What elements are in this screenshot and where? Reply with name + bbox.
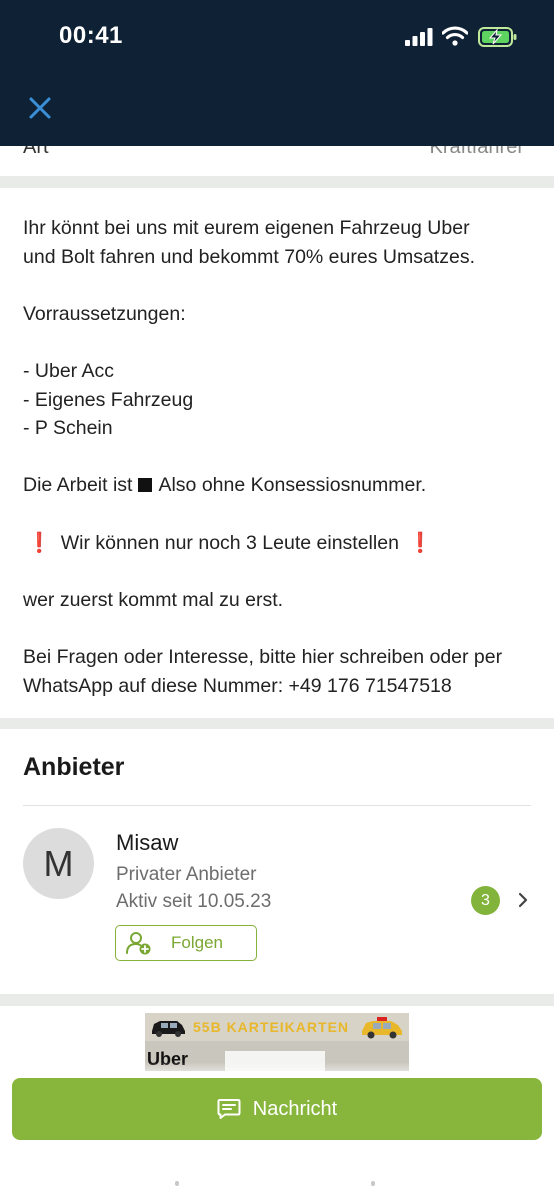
provider-active-since: Aktiv seit 10.05.23 (116, 891, 272, 912)
description-line (23, 271, 538, 300)
description-line: ❗ Wir können nur noch 3 Leute einstellen… (23, 529, 538, 558)
provider-card: Anbieter M Misaw Privater Anbieter Aktiv… (0, 729, 554, 994)
battery-charging-icon (478, 27, 517, 47)
top-bar: 00:41 (0, 0, 554, 146)
description-line: - Eigenes Fahrzeug (23, 388, 194, 411)
description-line: Vorraussetzungen: (23, 302, 186, 325)
divider (23, 805, 531, 806)
description-line (23, 614, 538, 643)
description-line: Die Arbeit ist Also ohne Konsessiosnummer… (23, 471, 538, 500)
description-line: Ihr könnt bei uns mit eurem eigenen Fahr… (23, 217, 470, 239)
home-indicator-mark (175, 1181, 179, 1186)
status-time: 00:41 (59, 22, 123, 49)
description-text: Ihr könnt bei uns mit eurem eigenen Fahr… (23, 214, 538, 700)
exclamation-icon: ❗ (27, 531, 52, 554)
description-line: und Bolt fahren und bekommt 70% eures Um… (23, 245, 475, 268)
cellular-signal-icon (405, 28, 433, 46)
provider-name[interactable]: Misaw (116, 830, 178, 856)
taxi-icon (362, 1017, 402, 1039)
description-segment: Die Arbeit ist (23, 474, 133, 497)
home-indicator (175, 1181, 375, 1186)
message-button-label: Nachricht (252, 1097, 338, 1120)
follow-label: Folgen (171, 933, 223, 952)
description-line: wer zuerst kommt mal zu erst. (23, 588, 284, 611)
description-line: - Uber Acc (23, 359, 115, 382)
description-line (23, 328, 538, 357)
add-user-icon (126, 932, 151, 955)
avatar[interactable]: M (23, 828, 94, 899)
description-line: WhatsApp auf diese Nummer: +49 176 71547… (23, 674, 452, 697)
description-card: Ihr könnt bei uns mit eurem eigenen Fahr… (0, 188, 554, 718)
description-line (23, 500, 538, 529)
exclamation-icon: ❗ (408, 531, 433, 554)
message-icon (217, 1099, 241, 1119)
car-icon (152, 1021, 185, 1037)
description-segment: Wir können nur noch 3 Leute einstellen (60, 531, 399, 554)
description-line: Bei Fragen oder Interesse, bitte hier sc… (23, 645, 503, 668)
description-line: - P Schein (23, 417, 113, 440)
home-indicator-mark (371, 1181, 375, 1186)
provider-section-title: Anbieter (23, 753, 125, 781)
description-line (23, 443, 538, 472)
wifi-icon (442, 26, 468, 46)
ads-count-badge: 3 (471, 886, 500, 915)
ad-headline: 55B KARTEIKARTEN (193, 1019, 350, 1035)
provider-type: Privater Anbieter (116, 864, 257, 885)
close-icon (29, 97, 51, 119)
close-button[interactable] (22, 90, 58, 126)
follow-button[interactable]: Folgen (115, 925, 257, 961)
chevron-right-icon[interactable] (513, 890, 533, 910)
message-button[interactable]: Nachricht (12, 1078, 542, 1140)
description-segment: Also ohne Konsessiosnummer. (158, 474, 427, 497)
black-square-icon (138, 478, 153, 493)
description-line (23, 557, 538, 586)
